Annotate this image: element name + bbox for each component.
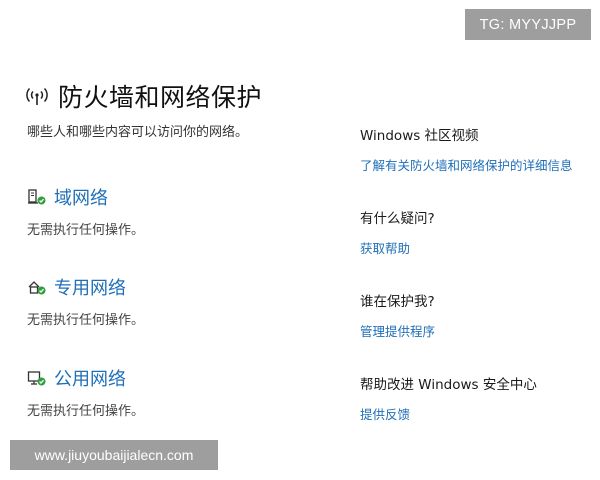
page-header: 防火墙和网络保护 bbox=[24, 78, 262, 114]
network-section-public: 公用网络 无需执行任何操作。 bbox=[27, 365, 144, 419]
sidebar-section-feedback: 帮助改进 Windows 安全中心 提供反馈 bbox=[360, 373, 537, 423]
network-link-public[interactable]: 公用网络 bbox=[54, 365, 126, 391]
watermark-top: TG: MYYJJPP bbox=[465, 9, 591, 40]
sidebar-heading-community: Windows 社区视频 bbox=[360, 128, 479, 144]
network-status-public: 无需执行任何操作。 bbox=[27, 404, 145, 419]
network-section-private: 专用网络 无需执行任何操作。 bbox=[27, 274, 144, 328]
network-status-domain: 无需执行任何操作。 bbox=[27, 223, 145, 238]
page-subtitle: 哪些人和哪些内容可以访问你的网络。 bbox=[27, 125, 249, 140]
sidebar-section-questions: 有什么疑问? 获取帮助 bbox=[360, 207, 435, 257]
network-link-private[interactable]: 专用网络 bbox=[54, 274, 126, 300]
network-section-domain: 域网络 无需执行任何操作。 bbox=[27, 184, 144, 238]
domain-network-icon bbox=[28, 189, 46, 205]
learn-more-link[interactable]: 了解有关防火墙和网络保护的详细信息 bbox=[360, 155, 573, 174]
network-status-private: 无需执行任何操作。 bbox=[27, 313, 145, 328]
sidebar-heading-protection: 谁在保护我? bbox=[360, 294, 435, 310]
page-title: 防火墙和网络保护 bbox=[58, 83, 263, 112]
public-network-icon bbox=[27, 371, 46, 386]
manage-providers-link[interactable]: 管理提供程序 bbox=[360, 321, 435, 340]
watermark-bottom: www.jiuyoubaijialecn.com bbox=[10, 440, 218, 470]
give-feedback-link[interactable]: 提供反馈 bbox=[360, 404, 537, 423]
private-network-icon bbox=[28, 281, 46, 295]
get-help-link[interactable]: 获取帮助 bbox=[360, 238, 435, 257]
sidebar-heading-feedback: 帮助改进 Windows 安全中心 bbox=[360, 377, 537, 393]
sidebar-section-protection: 谁在保护我? 管理提供程序 bbox=[360, 290, 435, 340]
sidebar-heading-questions: 有什么疑问? bbox=[360, 211, 435, 227]
firewall-antenna-icon bbox=[26, 87, 48, 105]
sidebar-section-community: Windows 社区视频 了解有关防火墙和网络保护的详细信息 bbox=[360, 124, 573, 174]
network-link-domain[interactable]: 域网络 bbox=[54, 184, 108, 210]
